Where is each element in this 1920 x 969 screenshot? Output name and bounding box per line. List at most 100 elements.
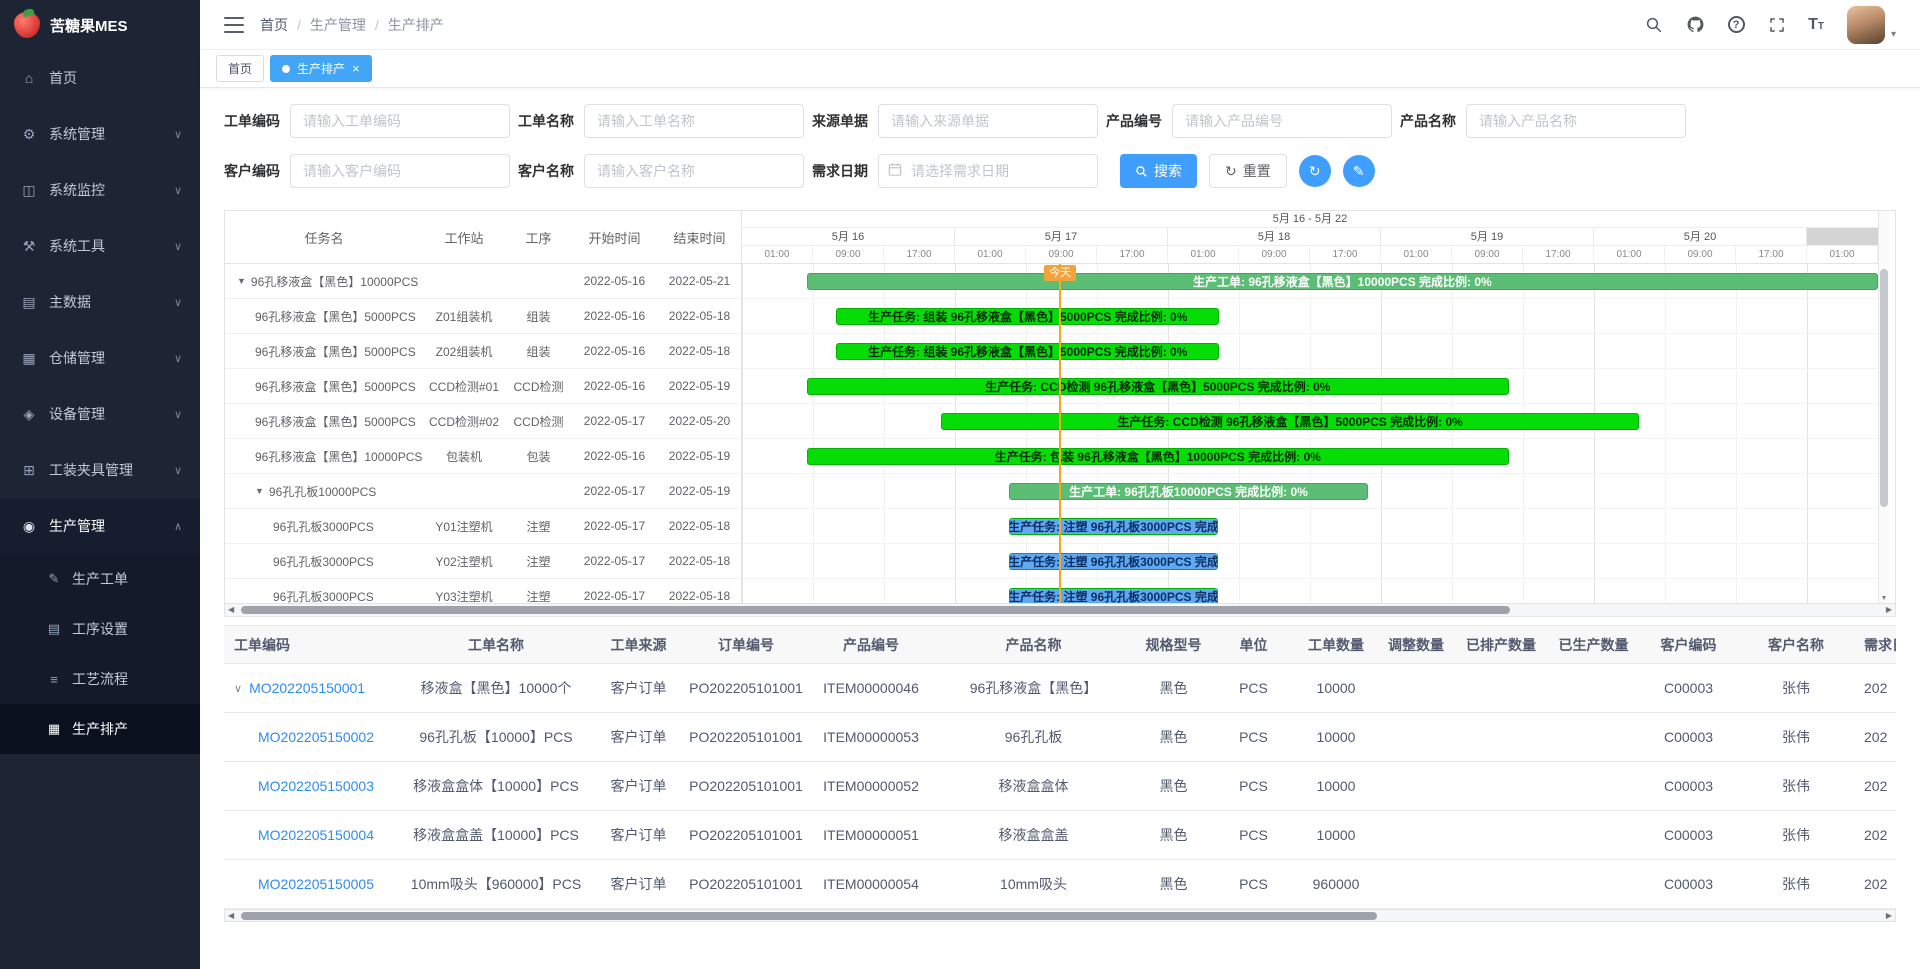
cell-source: 客户订单 bbox=[596, 776, 681, 796]
gantt-bar-task[interactable]: 生产任务: 组装 96孔移液盒【黑色】5000PCS 完成比例: 0% bbox=[836, 343, 1219, 360]
start-cell: 2022-05-16 bbox=[572, 344, 657, 358]
gantt-task-row[interactable]: 96孔移液盒【黑色】10000PCS 包装机 包装 2022-05-16 202… bbox=[225, 439, 741, 474]
help-button[interactable]: ? bbox=[1726, 15, 1746, 35]
gantt-bar-task[interactable]: 生产任务: 包装 96孔移液盒【黑色】10000PCS 完成比例: 0% bbox=[807, 448, 1509, 465]
gantt-bar-track: 生产任务: 包装 96孔移液盒【黑色】10000PCS 完成比例: 0% bbox=[742, 439, 1878, 474]
workorder-link[interactable]: MO202205150001 bbox=[249, 680, 365, 696]
gantt-task-row[interactable]: 96孔孔板3000PCS Y02注塑机 注塑 2022-05-17 2022-0… bbox=[225, 544, 741, 579]
gantt-task-row[interactable]: 96孔移液盒【黑色】5000PCS CCD检测#01 CCD检测 2022-05… bbox=[225, 369, 741, 404]
workorder-link[interactable]: MO202205150004 bbox=[258, 827, 374, 843]
navbar-search-button[interactable] bbox=[1644, 15, 1664, 35]
sidebar-item-system-tools[interactable]: ⚒ 系统工具 ∨ bbox=[0, 218, 200, 274]
sidebar-item-system-management[interactable]: ⚙ 系统管理 ∨ bbox=[0, 106, 200, 162]
table-row[interactable]: MO202205150005 10mm吸头【960000】PCS 客户订单 PO… bbox=[224, 860, 1896, 909]
sidebar-item-process-settings[interactable]: ▤ 工序设置 bbox=[0, 604, 200, 654]
gantt-task-row[interactable]: ▼96孔孔板10000PCS 2022-05-17 2022-05-19 bbox=[225, 474, 741, 509]
product-name-input[interactable] bbox=[1466, 104, 1686, 138]
gantt-task-row[interactable]: 96孔移液盒【黑色】5000PCS Z02组装机 组装 2022-05-16 2… bbox=[225, 334, 741, 369]
sidebar-item-master-data[interactable]: ▤ 主数据 ∨ bbox=[0, 274, 200, 330]
sidebar-item-scheduling[interactable]: ▦ 生产排产 bbox=[0, 704, 200, 754]
gantt-task-row[interactable]: 96孔孔板3000PCS Y03注塑机 注塑 2022-05-17 2022-0… bbox=[225, 579, 741, 603]
cell-customer-code: C00003 bbox=[1641, 680, 1736, 696]
workorder-link[interactable]: MO202205150005 bbox=[258, 876, 374, 892]
fullscreen-button[interactable] bbox=[1767, 15, 1787, 35]
gantt-bar-task[interactable]: 生产任务: 注塑 96孔孔板3000PCS 完成 bbox=[1009, 518, 1218, 535]
github-button[interactable] bbox=[1685, 15, 1705, 35]
gantt-bar-task[interactable]: 生产任务: CCD检测 96孔移液盒【黑色】5000PCS 完成比例: 0% bbox=[941, 413, 1640, 430]
gantt-task-row[interactable]: 96孔移液盒【黑色】5000PCS Z01组装机 组装 2022-05-16 2… bbox=[225, 299, 741, 334]
gantt-column-header: 工作站 bbox=[423, 228, 505, 247]
source-doc-input[interactable] bbox=[878, 104, 1098, 138]
tab-bar: 首页 生产排产 × bbox=[200, 50, 1920, 88]
tab-close-icon[interactable]: × bbox=[352, 62, 360, 75]
table-row[interactable]: MO202205150003 移液盒盒体【10000】PCS 客户订单 PO20… bbox=[224, 762, 1896, 811]
cell-customer-name: 张伟 bbox=[1736, 678, 1856, 698]
cell-order-no: PO202205101001 bbox=[681, 680, 811, 696]
gantt-horizontal-scrollbar[interactable]: ◀ ▶ bbox=[224, 604, 1896, 617]
gantt-bar-task[interactable]: 生产任务: 注塑 96孔孔板3000PCS 完成 bbox=[1009, 588, 1218, 603]
scrollbar-thumb[interactable] bbox=[241, 606, 1510, 614]
scrollbar-thumb[interactable] bbox=[1880, 269, 1888, 507]
product-code-input[interactable] bbox=[1172, 104, 1392, 138]
breadcrumb-item-home[interactable]: 首页 bbox=[260, 15, 288, 35]
scroll-left-icon[interactable]: ◀ bbox=[228, 604, 234, 616]
gantt-bar-task[interactable]: 生产任务: 组装 96孔移液盒【黑色】5000PCS 完成比例: 0% bbox=[836, 308, 1219, 325]
gantt-task-row[interactable]: ▼96孔移液盒【黑色】10000PCS 2022-05-16 2022-05-2… bbox=[225, 264, 741, 299]
sidebar-item-equipment[interactable]: ◈ 设备管理 ∨ bbox=[0, 386, 200, 442]
top-navbar: 首页 / 生产管理 / 生产排产 ? TT ▾ bbox=[200, 0, 1920, 50]
sidebar-item-warehouse[interactable]: ▦ 仓储管理 ∨ bbox=[0, 330, 200, 386]
scroll-down-icon[interactable]: ▼ bbox=[1879, 595, 1889, 602]
cell-unit: PCS bbox=[1211, 827, 1296, 843]
gantt-bar-task[interactable]: 生产任务: CCD检测 96孔移液盒【黑色】5000PCS 完成比例: 0% bbox=[807, 378, 1509, 395]
search-button[interactable]: 搜索 bbox=[1120, 154, 1197, 188]
end-cell: 2022-05-20 bbox=[657, 414, 741, 428]
tree-caret-icon[interactable]: ▼ bbox=[237, 276, 246, 286]
demand-date-input[interactable] bbox=[878, 154, 1098, 188]
sidebar-toggle-button[interactable] bbox=[224, 17, 244, 33]
breadcrumb-item-scheduling[interactable]: 生产排产 bbox=[388, 15, 444, 35]
sidebar-item-fixture[interactable]: ⊞ 工装夹具管理 ∨ bbox=[0, 442, 200, 498]
gantt-bar-order[interactable]: 生产工单: 96孔孔板10000PCS 完成比例: 0% bbox=[1009, 483, 1368, 500]
gantt-timeline: 5月 16 - 5月 22 5月 16 5月 17 5月 18 5月 19 5月… bbox=[742, 211, 1878, 603]
gantt-task-row[interactable]: 96孔孔板3000PCS Y01注塑机 注塑 2022-05-17 2022-0… bbox=[225, 509, 741, 544]
workorder-link[interactable]: MO202205150003 bbox=[258, 778, 374, 794]
table-horizontal-scrollbar[interactable]: ◀ ▶ bbox=[224, 909, 1896, 922]
edit-circle-button[interactable]: ✎ bbox=[1343, 155, 1375, 187]
gantt-bar-task[interactable]: 生产任务: 注塑 96孔孔板3000PCS 完成 bbox=[1009, 553, 1218, 570]
cell-order-no: PO202205101001 bbox=[681, 827, 811, 843]
table-row[interactable]: MO202205150004 移液盒盒盖【10000】PCS 客户订单 PO20… bbox=[224, 811, 1896, 860]
scroll-right-icon[interactable]: ▶ bbox=[1886, 910, 1892, 922]
user-menu[interactable]: ▾ bbox=[1847, 6, 1896, 44]
gantt-bar-order[interactable]: 生产工单: 96孔移液盒【黑色】10000PCS 完成比例: 0% bbox=[807, 273, 1878, 290]
gantt-task-row[interactable]: 96孔移液盒【黑色】5000PCS CCD检测#02 CCD检测 2022-05… bbox=[225, 404, 741, 439]
scroll-right-icon[interactable]: ▶ bbox=[1886, 604, 1892, 616]
customer-name-input[interactable] bbox=[584, 154, 804, 188]
workorder-link[interactable]: MO202205150002 bbox=[258, 729, 374, 745]
workorder-name-input[interactable] bbox=[584, 104, 804, 138]
sidebar-item-production-workorder[interactable]: ✎ 生产工单 bbox=[0, 554, 200, 604]
chevron-down-icon: ∨ bbox=[174, 408, 182, 421]
tree-caret-icon[interactable]: ▼ bbox=[255, 486, 264, 496]
gantt-bar-label: 生产任务: 组装 96孔移液盒【黑色】5000PCS 完成比例: 0% bbox=[865, 343, 1190, 360]
workorder-code-input[interactable] bbox=[290, 104, 510, 138]
table-row[interactable]: MO202205150002 96孔孔板【10000】PCS 客户订单 PO20… bbox=[224, 713, 1896, 762]
customer-code-input[interactable] bbox=[290, 154, 510, 188]
font-size-button[interactable]: TT bbox=[1808, 17, 1824, 33]
chevron-down-icon: ∨ bbox=[174, 240, 182, 253]
app-logo[interactable]: 苦糖果MES bbox=[0, 0, 200, 50]
breadcrumb-item-production[interactable]: 生产管理 bbox=[310, 15, 366, 35]
table-row[interactable]: ∨ MO202205150001 移液盒【黑色】10000个 客户订单 PO20… bbox=[224, 664, 1896, 713]
tab-scheduling[interactable]: 生产排产 × bbox=[270, 55, 372, 82]
sidebar-item-home[interactable]: ⌂ 首页 bbox=[0, 50, 200, 106]
sidebar-item-process-flow[interactable]: ≡ 工艺流程 bbox=[0, 654, 200, 704]
scroll-left-icon[interactable]: ◀ bbox=[228, 910, 234, 922]
sidebar-item-system-monitor[interactable]: ◫ 系统监控 ∨ bbox=[0, 162, 200, 218]
refresh-circle-button[interactable]: ↻ bbox=[1299, 155, 1331, 187]
row-expand-icon[interactable]: ∨ bbox=[234, 682, 242, 695]
reset-button[interactable]: ↻ 重置 bbox=[1209, 154, 1287, 188]
gantt-vertical-scrollbar[interactable]: ▼ bbox=[1878, 211, 1889, 603]
cell-product-name: 移液盒盒盖 bbox=[931, 825, 1136, 845]
scrollbar-thumb[interactable] bbox=[241, 912, 1377, 920]
tab-home[interactable]: 首页 bbox=[216, 55, 264, 82]
sidebar-item-production[interactable]: ◉ 生产管理 ∧ bbox=[0, 498, 200, 554]
